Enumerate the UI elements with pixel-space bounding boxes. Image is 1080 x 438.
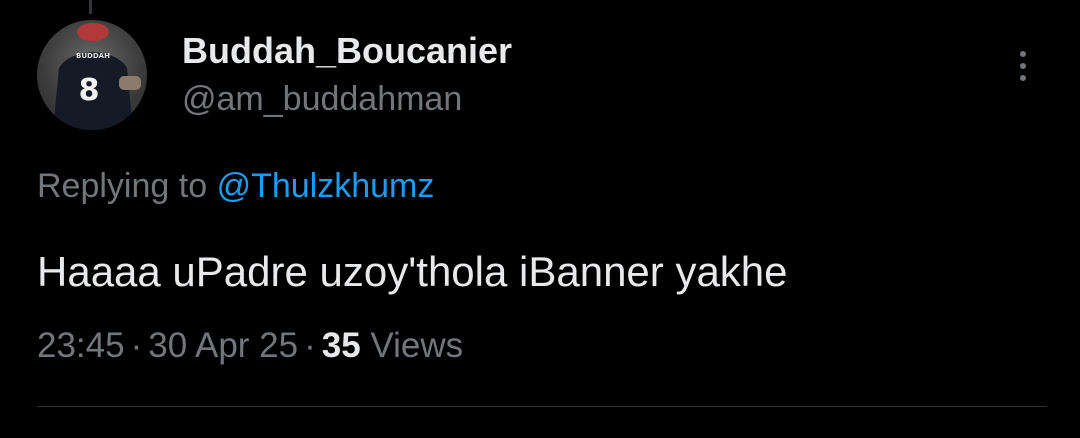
divider (37, 406, 1047, 407)
views-count[interactable]: 35 (322, 326, 361, 365)
more-options-button[interactable] (1008, 46, 1038, 86)
avatar-jersey-name: BUDDAH (76, 52, 110, 60)
more-vertical-icon (1020, 63, 1026, 69)
tweet-meta: 23:45 · 30 Apr 25 · 35 Views (37, 326, 463, 366)
author-display-name[interactable]: Buddah_Boucanier (182, 30, 512, 72)
views-label[interactable]: Views (370, 326, 463, 365)
more-vertical-icon (1020, 51, 1026, 57)
tweet-text: Haaaa uPadre uzoy'thola iBanner yakhe (37, 248, 788, 295)
tweet-date[interactable]: 30 Apr 25 (148, 326, 298, 365)
avatar-jersey-number: 8 (79, 73, 100, 108)
meta-separator: · (130, 326, 143, 365)
more-vertical-icon (1020, 75, 1026, 81)
avatar[interactable]: BUDDAH 8 (37, 20, 147, 130)
meta-separator: · (304, 326, 316, 365)
author-handle[interactable]: @am_buddahman (182, 80, 462, 119)
replying-to-label: Replying to (37, 167, 208, 205)
reply-mention-link[interactable]: @Thulzkhumz (217, 167, 435, 205)
user-avatar-photo: BUDDAH 8 (53, 23, 141, 130)
replying-to-line: Replying to @Thulzkhumz (37, 167, 434, 206)
thread-connector-line (89, 0, 92, 14)
tweet-time[interactable]: 23:45 (37, 326, 125, 365)
